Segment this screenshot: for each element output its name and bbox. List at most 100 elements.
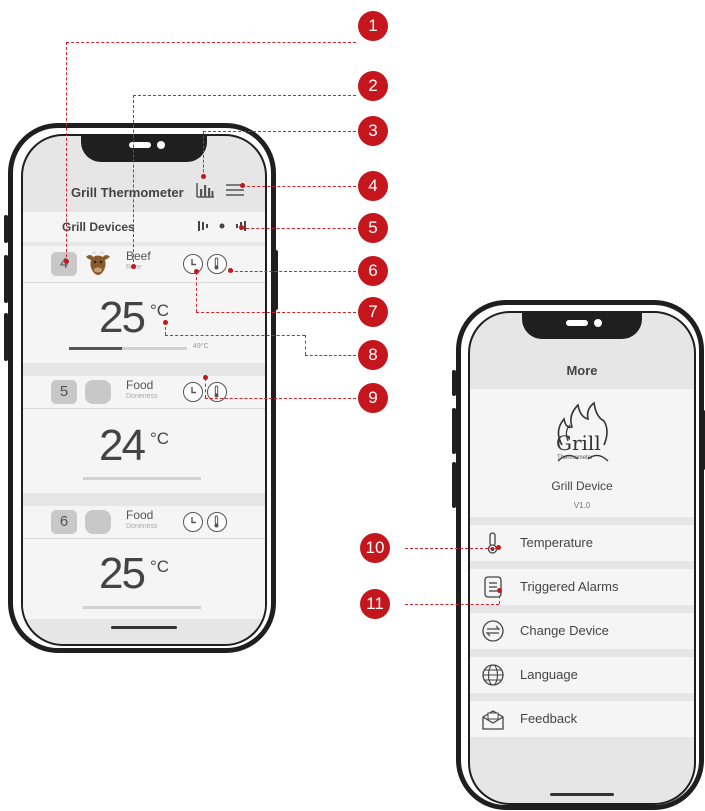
feedback-envelope-icon (482, 710, 504, 730)
progress-fill (69, 347, 123, 350)
probe-number: 5 (51, 380, 77, 404)
logo-subtext: Thermometer (557, 455, 594, 461)
callout-badge: 1 (358, 11, 388, 41)
callout-badge: 10 (360, 533, 390, 563)
timer-button[interactable] (183, 512, 203, 532)
callout-dot (203, 375, 208, 380)
home-indicator (111, 626, 177, 629)
clock-icon (191, 259, 196, 266)
change-device-icon (482, 620, 504, 642)
notch (81, 136, 207, 162)
callout-dot (131, 264, 136, 269)
doneness-label: Doneness (126, 523, 158, 530)
callout-dot (64, 259, 69, 264)
menu-label: Change Device (520, 623, 609, 638)
probe-number: 4 (51, 252, 77, 276)
notch (522, 313, 642, 339)
callout-line (230, 271, 356, 272)
callout-line (405, 548, 498, 549)
timer-button[interactable] (183, 254, 203, 274)
globe-icon (482, 664, 504, 686)
right-phone-screen: More Grill Thermometer Grill Device V1.0… (468, 311, 696, 805)
device-info-panel: Grill Thermometer Grill Device V1.0 (470, 389, 694, 517)
callout-line (241, 228, 356, 229)
temperature-unit: °C (150, 429, 170, 448)
timer-button[interactable] (183, 382, 203, 402)
temperature-unit: °C (150, 557, 170, 576)
callout-line (205, 398, 356, 399)
callout-badge: 8 (358, 340, 388, 370)
callout-dot (194, 269, 199, 274)
menu-label: Triggered Alarms (520, 579, 619, 594)
progress-track (83, 477, 201, 480)
menu-label: Language (520, 667, 578, 682)
callout-badge: 2 (358, 71, 388, 101)
target-temperature: 49°C (193, 343, 209, 350)
cow-icon (86, 251, 110, 275)
clock-icon (191, 387, 196, 394)
temperature-unit: °C (150, 301, 170, 320)
left-phone-screen: Grill Thermometer Grill Devices 4 Beef R… (21, 134, 267, 646)
section-title: Grill Devices (62, 220, 135, 234)
callout-line (66, 42, 356, 43)
logo-text: Grill (556, 431, 601, 455)
chart-icon[interactable] (195, 180, 215, 198)
callout-line (203, 131, 204, 177)
probe-card-header[interactable]: 4 Beef Rare (23, 246, 265, 283)
callout-dot (228, 268, 233, 273)
callout-badge: 11 (360, 589, 390, 619)
probe-card-body: 25 °C 49°C (23, 283, 265, 363)
callout-line (133, 95, 356, 96)
thermometer-icon (214, 257, 219, 270)
thermometer-icon (487, 532, 498, 554)
callout-dot (240, 183, 245, 188)
menu-label: Feedback (520, 711, 578, 726)
thermometer-icon (214, 515, 219, 528)
callout-badge: 9 (358, 383, 388, 413)
home-indicator (550, 793, 614, 796)
callout-line (196, 272, 197, 312)
callout-badge: 7 (358, 297, 388, 327)
probe-card-header[interactable]: 6 Food Doneness (23, 506, 265, 539)
callout-dot (201, 174, 206, 179)
menu-item-triggered-alarms[interactable]: Triggered Alarms (470, 569, 694, 605)
callout-line (196, 312, 356, 313)
callout-badge: 5 (358, 213, 388, 243)
callout-dot (239, 225, 244, 230)
temperature-alarm-button[interactable] (207, 512, 227, 532)
progress-track (83, 606, 201, 609)
app-version: V1.0 (573, 501, 591, 510)
menu-item-language[interactable]: Language (470, 657, 694, 693)
callout-line (205, 378, 206, 398)
clock-icon (191, 517, 196, 524)
food-name: Beef (126, 249, 151, 263)
menu-item-temperature[interactable]: Temperature (470, 525, 694, 561)
menu-item-change-device[interactable]: Change Device (470, 613, 694, 649)
menu-label: Temperature (520, 535, 593, 550)
callout-badge: 3 (358, 116, 388, 146)
food-placeholder-icon (85, 510, 111, 534)
callout-badge: 4 (358, 171, 388, 201)
probe-temperature: 24 (99, 421, 146, 470)
menu-item-feedback[interactable]: Feedback (470, 701, 694, 737)
device-name: Grill Device (551, 479, 613, 493)
probe-number: 6 (51, 510, 77, 534)
temperature-alarm-button[interactable] (207, 254, 227, 274)
callout-dot (497, 588, 502, 593)
callout-dot (163, 320, 168, 325)
food-name: Food (126, 378, 154, 392)
probe-temperature: 25 (99, 293, 146, 342)
callout-line (165, 335, 305, 336)
food-name: Food (126, 508, 154, 522)
callout-line (305, 355, 356, 356)
callout-line (405, 604, 499, 605)
probe-temperature: 25 (99, 549, 146, 598)
alarm-list-icon (484, 576, 502, 598)
callout-line (242, 186, 356, 187)
probe-card-header[interactable]: 5 Food Doneness (23, 376, 265, 409)
temperature-alarm-button[interactable] (207, 382, 227, 402)
screen-title: More (566, 363, 598, 378)
callout-dot (496, 545, 501, 550)
callout-line (66, 42, 67, 262)
app-title: Grill Thermometer (71, 185, 184, 200)
